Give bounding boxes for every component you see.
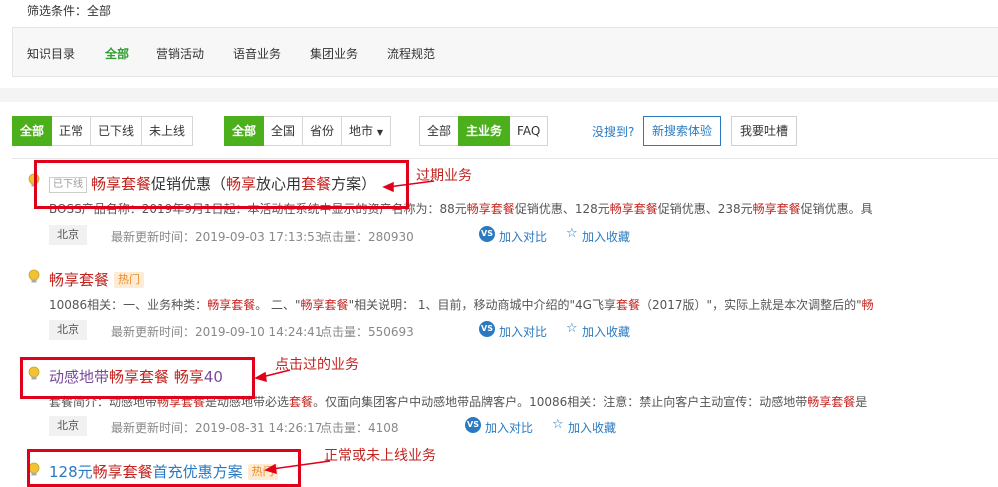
status-all-button[interactable]: 全部 (12, 116, 53, 146)
region-all-button[interactable]: 全部 (224, 116, 265, 146)
annotation-arrows (254, 180, 435, 475)
type-main-business-button[interactable]: 主业务 (458, 116, 511, 146)
